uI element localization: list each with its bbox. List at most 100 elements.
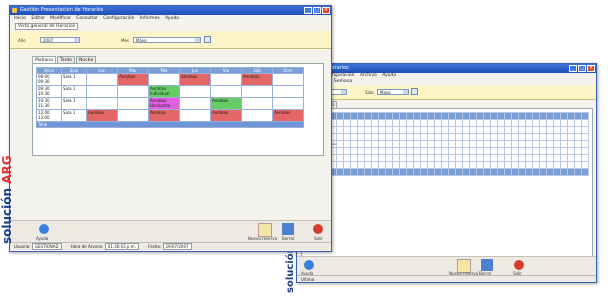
new-reservation-icon[interactable] [258,223,272,237]
grid-cell[interactable] [440,147,449,155]
grid-cell[interactable] [398,147,407,155]
grid-cell[interactable] [426,126,435,134]
menu-item[interactable]: Archivo [360,73,377,78]
grid-cell[interactable] [468,147,477,155]
grid-cell[interactable] [531,154,540,162]
grid-cell[interactable] [349,119,358,127]
grid-cell[interactable] [461,140,470,148]
grid-cell[interactable] [517,133,526,141]
grid-cell[interactable] [335,154,344,162]
menu-item-editar[interactable]: Editar [31,16,44,21]
grid-cell[interactable] [391,147,400,155]
grid-cell[interactable] [482,140,491,148]
grid-cell[interactable] [440,126,449,134]
menu-item-modificar[interactable]: Modificar [50,16,71,21]
grid-cell[interactable] [398,119,407,127]
delete-icon[interactable] [481,259,493,271]
grid-cell[interactable] [552,147,561,155]
grid-cell[interactable] [398,154,407,162]
grid-cell[interactable] [412,140,421,148]
grid-cell[interactable] [440,133,449,141]
grid-cell[interactable] [475,119,484,127]
grid-cell[interactable] [468,119,477,127]
grid-cell[interactable] [559,154,568,162]
grid-cell[interactable] [573,119,582,127]
grid-cell[interactable] [454,119,463,127]
grid-cell[interactable] [370,119,379,127]
grid-cell[interactable] [454,140,463,148]
grid-cell[interactable] [412,154,421,162]
grid-cell[interactable] [559,133,568,141]
grid-cell[interactable] [482,161,491,169]
grid-cell[interactable] [482,147,491,155]
grid-cell[interactable] [447,126,456,134]
grid-cell[interactable] [552,133,561,141]
calendar-icon[interactable] [411,88,418,95]
grid-cell[interactable] [363,147,372,155]
minimize-button[interactable]: _ [569,65,577,72]
grid-cell[interactable] [538,133,547,141]
grid-cell[interactable] [545,147,554,155]
grid-cell[interactable] [412,147,421,155]
grid-cell[interactable] [384,119,393,127]
grid-cell[interactable] [405,133,414,141]
grid-cell[interactable] [356,161,365,169]
grid-cell[interactable] [531,119,540,127]
grid-cell[interactable] [447,140,456,148]
grid-cell[interactable] [545,126,554,134]
menu-item-consultar[interactable]: Consultar [76,16,98,21]
grid-cell[interactable] [377,126,386,134]
grid-cell[interactable] [573,133,582,141]
grid-cell[interactable] [496,140,505,148]
slot-cell[interactable] [210,85,242,98]
grid-cell[interactable] [517,126,526,134]
grid-cell[interactable] [335,119,344,127]
grid-cell[interactable] [384,140,393,148]
grid-cell[interactable] [531,147,540,155]
grid-cell[interactable] [391,133,400,141]
grid-cell[interactable] [426,147,435,155]
grid-cell[interactable] [433,161,442,169]
grid-cell[interactable] [447,133,456,141]
grid-cell[interactable] [419,119,428,127]
grid-cell[interactable] [538,161,547,169]
grid-cell[interactable] [573,126,582,134]
grid-cell[interactable] [440,161,449,169]
grid-cell[interactable] [524,133,533,141]
slot-cell[interactable] [241,97,273,110]
grid-cell[interactable] [370,140,379,148]
grid-cell[interactable] [405,119,414,127]
grid-cell[interactable] [524,161,533,169]
grid-cell[interactable] [482,119,491,127]
grid-cell[interactable] [468,140,477,148]
grid-cell[interactable] [510,133,519,141]
grid-cell[interactable] [335,133,344,141]
grid-cell[interactable] [489,154,498,162]
grid-cell[interactable] [412,133,421,141]
grid-cell[interactable] [412,126,421,134]
grid-cell[interactable] [510,140,519,148]
grid-cell[interactable] [363,161,372,169]
grid-cell[interactable] [342,133,351,141]
grid-cell[interactable] [447,161,456,169]
grid-cell[interactable] [405,140,414,148]
grid-cell[interactable] [447,154,456,162]
grid-cell[interactable] [489,119,498,127]
grid-cell[interactable] [580,154,589,162]
grid-cell[interactable] [370,154,379,162]
grid-cell[interactable] [447,147,456,155]
grid-cell[interactable] [433,154,442,162]
slot-cell[interactable]: Aerobox Horizontal [148,97,180,110]
grid-cell[interactable] [503,119,512,127]
grid-cell[interactable] [496,119,505,127]
slot-cell[interactable]: Aerobox [148,109,180,122]
back-month-select[interactable]: Mayo [377,89,409,95]
grid-cell[interactable] [559,161,568,169]
grid-cell[interactable] [468,154,477,162]
grid-cell[interactable] [545,133,554,141]
grid-cell[interactable] [349,133,358,141]
grid-cell[interactable] [356,147,365,155]
grid-cell[interactable] [489,133,498,141]
maximize-button[interactable]: □ [578,65,586,72]
slot-cell[interactable] [148,73,180,86]
